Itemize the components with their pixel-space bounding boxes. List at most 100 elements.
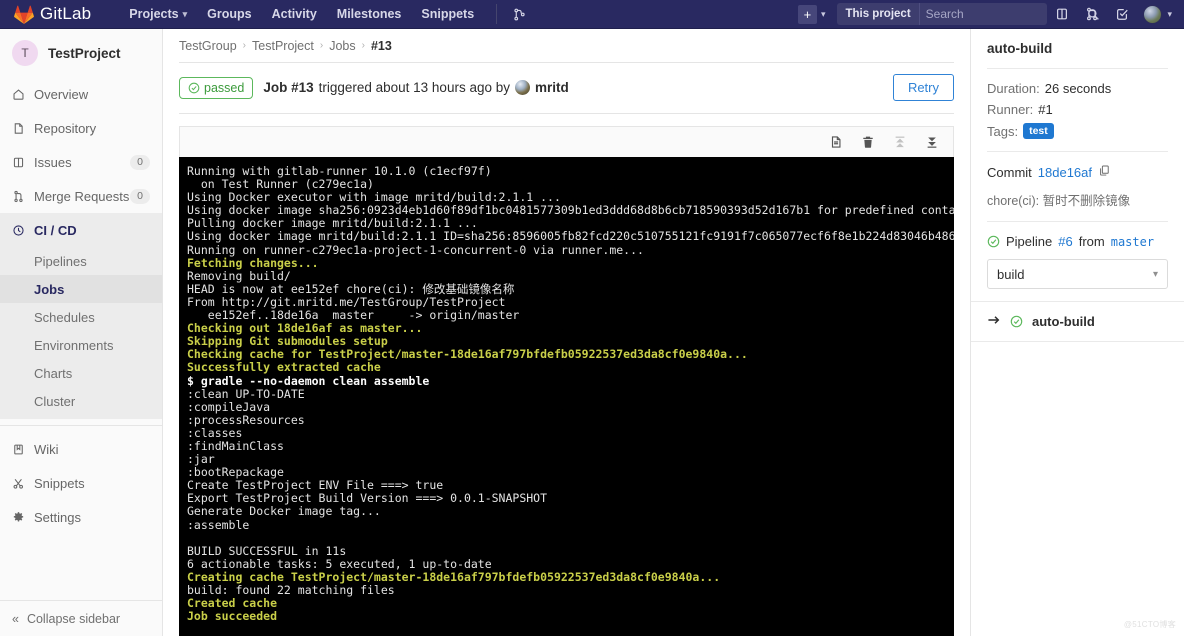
breadcrumb-separator: › xyxy=(242,40,247,51)
job-header: passed Job #13 triggered about 13 hours … xyxy=(163,63,970,113)
nav-todos-icon-link[interactable] xyxy=(1107,7,1137,21)
chevron-down-icon[interactable]: ▾ xyxy=(1167,9,1172,20)
sidebar-item-schedules[interactable]: Schedules xyxy=(0,303,162,331)
sidebar-item-repository[interactable]: Repository xyxy=(0,111,162,145)
details-divider xyxy=(987,221,1168,222)
scroll-bottom-icon[interactable] xyxy=(925,135,939,149)
duration-value: 26 seconds xyxy=(1044,81,1112,96)
log-line: :processResources xyxy=(187,412,305,427)
stage-dropdown[interactable]: build ▾ xyxy=(987,259,1168,289)
merge-requests-count: 0 xyxy=(130,188,150,204)
sidebar-item-charts[interactable]: Charts xyxy=(0,359,162,387)
commit-label: Commit xyxy=(987,164,1032,180)
chevron-down-icon: ▾ xyxy=(182,8,188,19)
search-box[interactable]: This project xyxy=(837,3,1099,25)
nav-snippets[interactable]: Snippets xyxy=(411,0,484,28)
nav-links: Projects ▾ Groups Activity Milestones Sn… xyxy=(119,0,530,28)
log-line: Job succeeded xyxy=(187,609,278,624)
sidebar-label-wiki: Wiki xyxy=(34,441,59,457)
gitlab-logo[interactable]: GitLab xyxy=(0,4,97,24)
pipeline-id-link[interactable]: #6 xyxy=(1058,234,1072,249)
runner-label: Runner: xyxy=(987,102,1034,117)
check-circle-icon xyxy=(1010,315,1023,328)
log-line: Removing build/ xyxy=(187,268,291,283)
issues-icon xyxy=(1057,8,1068,20)
breadcrumb-group[interactable]: TestGroup xyxy=(179,39,237,53)
pipeline-branch-link[interactable]: master xyxy=(1111,235,1154,249)
sidebar-item-environments[interactable]: Environments xyxy=(0,331,162,359)
job-user-label[interactable]: mritd xyxy=(535,80,569,95)
pipeline-job-item[interactable]: auto-build xyxy=(971,301,1184,342)
sidebar-item-overview[interactable]: Overview xyxy=(0,77,162,111)
breadcrumb-jobs[interactable]: Jobs xyxy=(329,39,355,53)
sidebar-label-ci-cd: CI / CD xyxy=(34,222,77,238)
sidebar-label-repository: Repository xyxy=(34,120,97,136)
nav-mr-icon-link[interactable] xyxy=(1077,7,1107,21)
log-line: Generate Docker image tag... xyxy=(187,504,381,519)
project-header[interactable]: T TestProject xyxy=(0,29,162,77)
sidebar-label-snippets: Snippets xyxy=(34,475,85,491)
left-sidebar: T TestProject Overview Repository Issues… xyxy=(0,29,163,636)
log-line: Running on runner-c279ec1a-project-1-con… xyxy=(187,242,644,257)
sidebar-item-issues[interactable]: Issues 0 xyxy=(0,145,162,179)
sidebar-item-jobs[interactable]: Jobs xyxy=(0,275,162,303)
gitlab-tanuki-icon xyxy=(14,5,34,24)
sidebar-item-settings[interactable]: Settings xyxy=(0,500,162,534)
sidebar-label-issues: Issues xyxy=(34,154,72,170)
scroll-top-icon[interactable] xyxy=(893,135,907,149)
check-circle-icon xyxy=(188,82,200,94)
commit-row: Commit 18de16af xyxy=(987,164,1168,180)
sidebar-label-settings: Settings xyxy=(34,509,81,525)
sidebar-item-cluster[interactable]: Cluster xyxy=(0,387,162,415)
job-log-output[interactable]: Running with gitlab-runner 10.1.0 (c1ecf… xyxy=(179,157,954,636)
avatar[interactable] xyxy=(1143,4,1163,24)
erase-log-icon[interactable] xyxy=(861,135,875,149)
arrow-right-icon xyxy=(987,314,1001,329)
nav-merge-icon-link[interactable] xyxy=(509,0,530,28)
sidebar-item-pipelines[interactable]: Pipelines xyxy=(0,247,162,275)
sidebar-nav: Overview Repository Issues 0 Merge Reque… xyxy=(0,77,162,600)
raw-log-icon[interactable] xyxy=(829,135,843,149)
collapse-sidebar-label: Collapse sidebar xyxy=(26,611,121,626)
ci-cd-submenu: Pipelines Jobs Schedules Environments Ch… xyxy=(0,247,162,419)
commit-sha-link[interactable]: 18de16af xyxy=(1038,165,1092,180)
new-dropdown[interactable]: + ▾ xyxy=(797,4,825,24)
log-line: :assemble xyxy=(187,517,250,532)
gear-icon xyxy=(12,511,32,524)
job-details-top: auto-build Duration: 26 seconds Runner: … xyxy=(971,29,1184,301)
breadcrumb-project[interactable]: TestProject xyxy=(252,39,314,53)
sidebar-item-wiki[interactable]: Wiki xyxy=(0,432,162,466)
tags-label: Tags: xyxy=(987,123,1019,139)
commit-message: chore(ci): 暂时不删除镜像 xyxy=(987,194,1131,208)
duration-label: Duration: xyxy=(987,81,1040,96)
copy-icon[interactable] xyxy=(1098,164,1111,180)
breadcrumb-separator: › xyxy=(361,40,365,51)
details-divider xyxy=(987,151,1168,152)
nav-projects-label: Projects xyxy=(129,7,179,21)
sidebar-item-snippets[interactable]: Snippets xyxy=(0,466,162,500)
log-line: build: found 22 matching files xyxy=(187,583,395,597)
nav-issues-icon-link[interactable] xyxy=(1047,7,1077,21)
issues-count: 0 xyxy=(130,154,150,170)
user-avatar[interactable] xyxy=(514,80,530,95)
log-line: :compileJava xyxy=(187,399,271,414)
log-line: 6 actionable tasks: 5 executed, 1 up-to-… xyxy=(187,556,492,571)
sidebar-divider xyxy=(0,425,162,426)
log-toolbar xyxy=(179,126,954,157)
retry-button[interactable]: Retry xyxy=(892,74,954,101)
log-line: BUILD SUCCESSFUL in 11s xyxy=(187,543,347,558)
search-scope-label[interactable]: This project xyxy=(837,3,920,25)
runner-row: Runner: #1 xyxy=(987,102,1168,117)
plus-icon[interactable]: + xyxy=(797,4,817,24)
nav-milestones[interactable]: Milestones xyxy=(327,0,412,28)
nav-activity[interactable]: Activity xyxy=(262,0,327,28)
status-badge[interactable]: passed xyxy=(179,76,254,99)
collapse-sidebar-button[interactable]: « Collapse sidebar xyxy=(0,600,162,636)
top-navbar: GitLab Projects ▾ Groups Activity Milest… xyxy=(0,0,1184,29)
log-line: :findMainClass xyxy=(187,438,284,453)
sidebar-item-ci-cd[interactable]: CI / CD xyxy=(0,213,162,247)
nav-projects[interactable]: Projects ▾ xyxy=(119,0,197,28)
sidebar-item-merge-requests[interactable]: Merge Requests 0 xyxy=(0,179,162,213)
nav-groups[interactable]: Groups xyxy=(197,0,261,28)
